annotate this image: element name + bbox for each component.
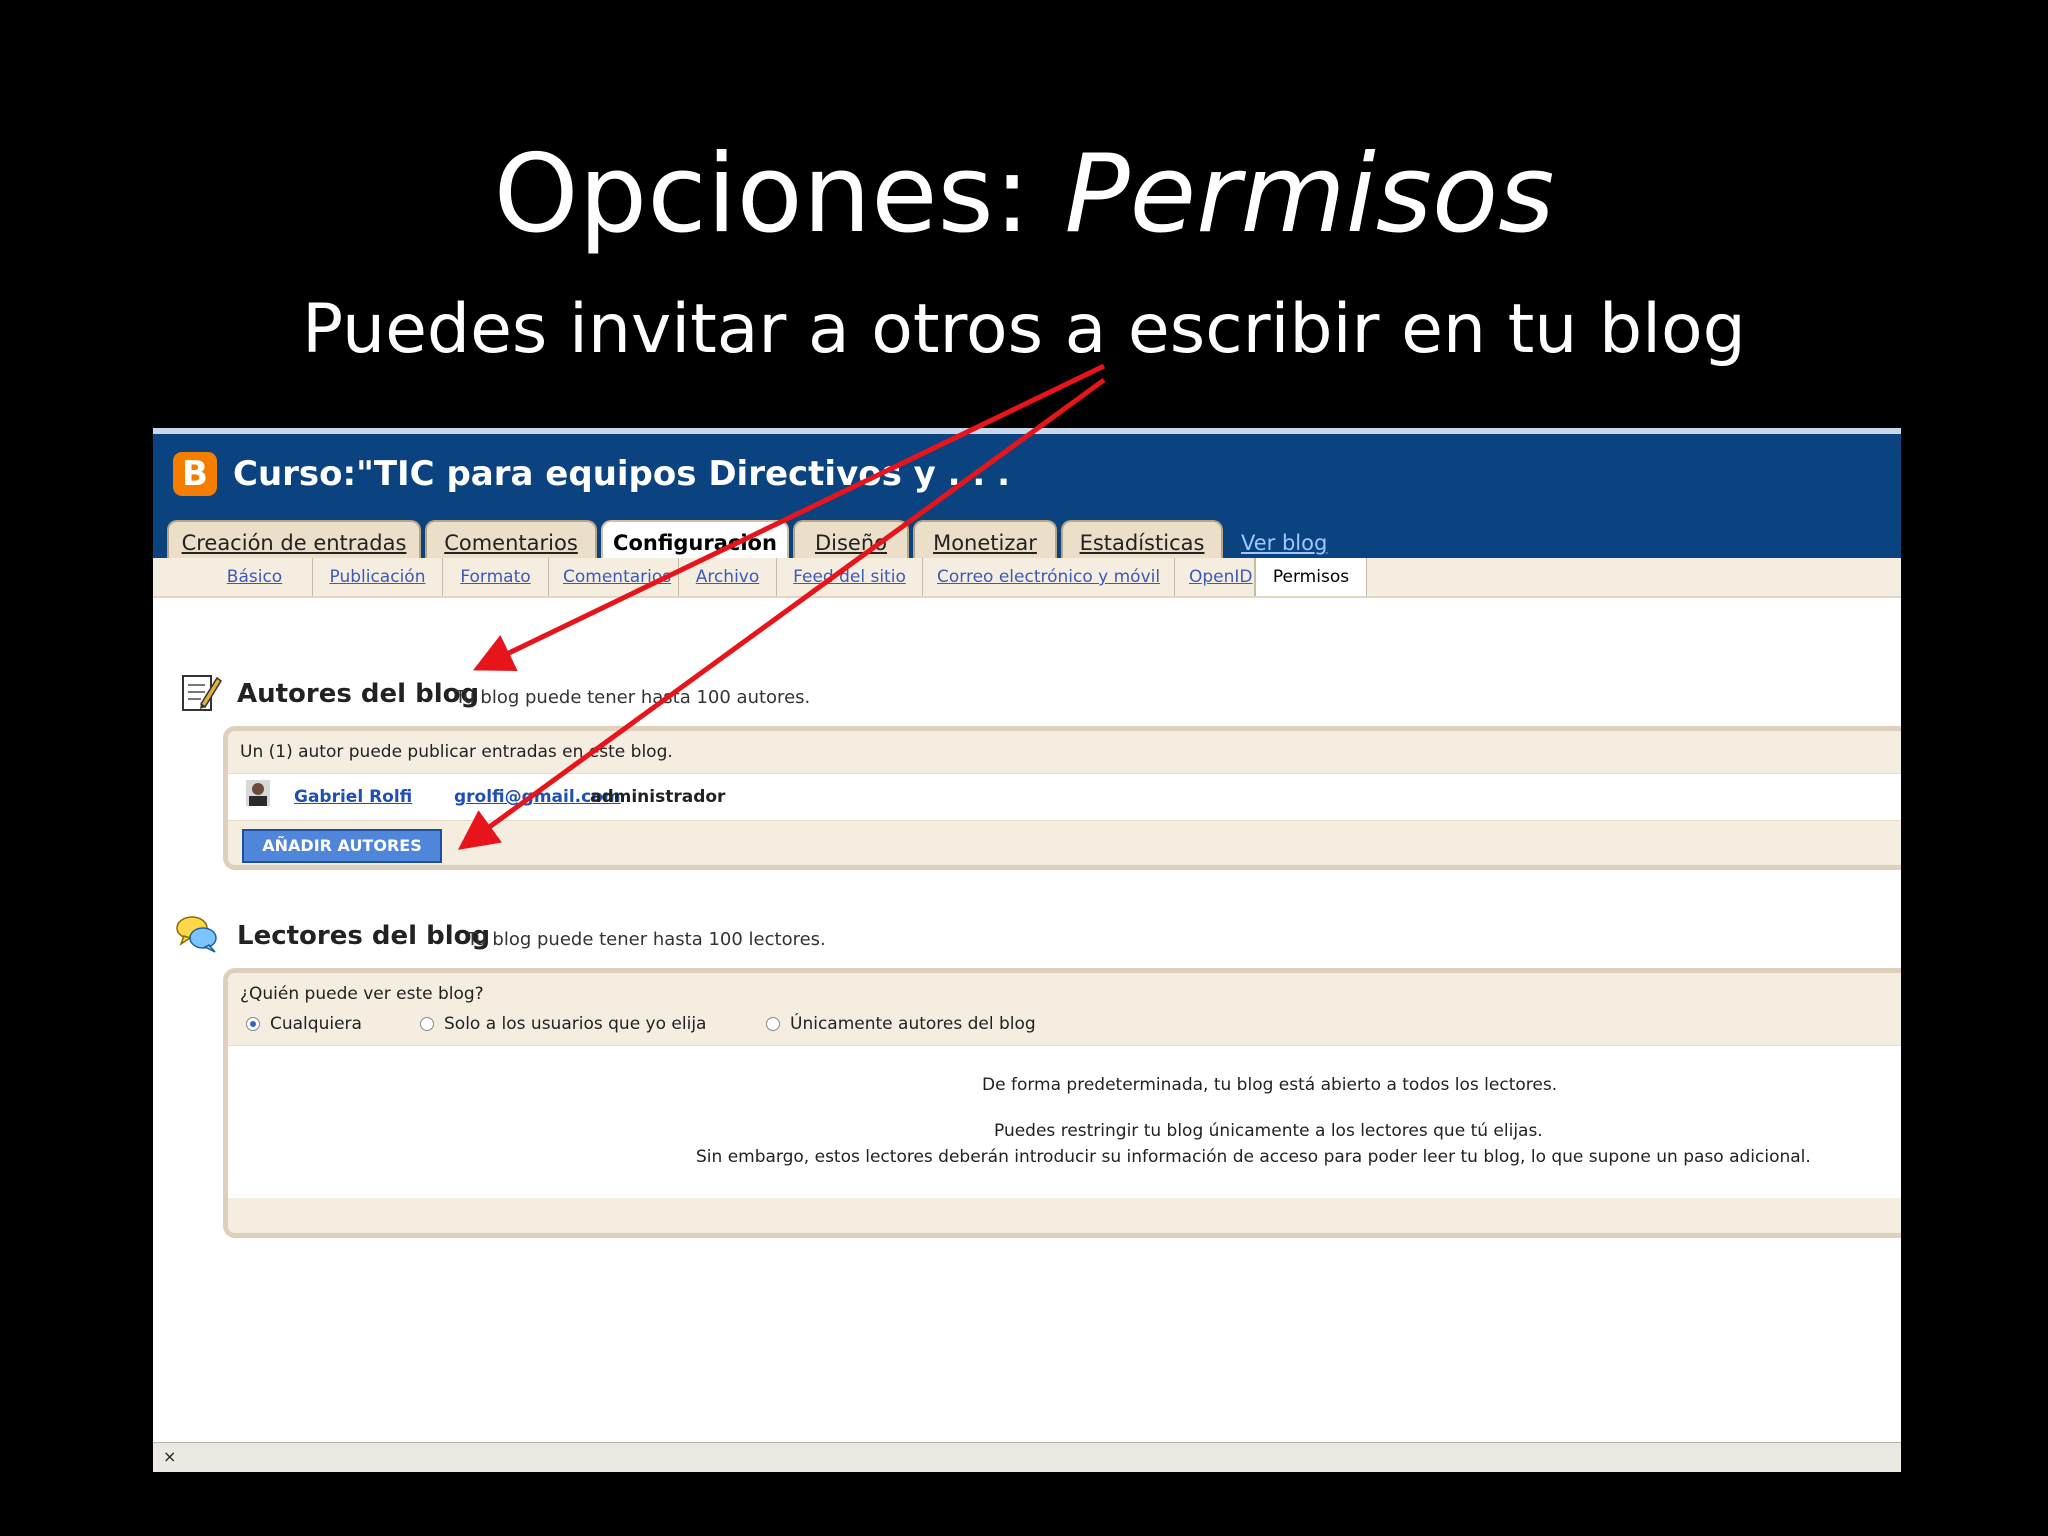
readers-info-default: De forma predeterminada, tu blog está ab… [982, 1075, 1558, 1095]
subtab-formato[interactable]: Formato [443, 558, 549, 596]
authors-count-text: Un (1) autor puede publicar entradas en … [240, 742, 673, 762]
settings-subnav: Básico Publicación Formato Comentarios A… [153, 558, 1901, 598]
edit-notepad-icon [182, 675, 222, 711]
readers-question: ¿Quién puede ver este blog? [240, 984, 484, 1004]
readers-info-box: De forma predeterminada, tu blog está ab… [228, 1045, 1901, 1198]
radio-label-solo-autores[interactable]: Únicamente autores del blog [790, 1011, 1036, 1037]
slide-title-plain: Opciones: [493, 132, 1065, 257]
authors-panel: Un (1) autor puede publicar entradas en … [223, 726, 1901, 870]
authors-limit-note: Tu blog puede tener hasta 100 autores. [455, 687, 811, 708]
subtab-permisos[interactable]: Permisos [1255, 558, 1367, 596]
blogger-logo-icon[interactable]: B [173, 452, 217, 496]
readers-info-login: Sin embargo, estos lectores deberán intr… [696, 1147, 1811, 1167]
add-authors-button[interactable]: AÑADIR AUTORES [242, 829, 442, 863]
readers-limit-note: Tu blog puede tener hasta 100 lectores. [467, 929, 826, 950]
subtab-publicacion[interactable]: Publicación [313, 558, 443, 596]
subtab-archivo[interactable]: Archivo [679, 558, 777, 596]
slide-title: Opciones: Permisos [0, 130, 2048, 260]
radio-usuarios-elegidos[interactable] [420, 1017, 434, 1031]
subtab-correo-movil[interactable]: Correo electrónico y móvil [923, 558, 1175, 596]
chat-bubbles-icon [176, 916, 217, 953]
radio-solo-autores[interactable] [766, 1017, 780, 1031]
table-row: Gabriel Rolfi grolfi@gmail.com administr… [228, 773, 1901, 821]
author-name-link[interactable]: Gabriel Rolfi [294, 784, 412, 810]
subtab-basico[interactable]: Básico [197, 558, 313, 596]
authors-section-title: Autores del blog [237, 679, 480, 709]
author-role: administrador [590, 787, 726, 807]
slide-title-italic: Permisos [1064, 132, 1555, 257]
avatar-photo-icon [246, 780, 270, 806]
slide-subtitle: Puedes invitar a otros a escribir en tu … [302, 290, 1746, 369]
view-blog-link[interactable]: Ver blog [1241, 526, 1327, 560]
browser-statusbar: × [153, 1442, 1901, 1472]
blogger-header: B Curso:"TIC para equipos Directivos y .… [153, 428, 1901, 566]
close-icon[interactable]: × [163, 1445, 176, 1469]
readers-section-title: Lectores del blog [237, 921, 491, 951]
blog-title: Curso:"TIC para equipos Directivos y . .… [233, 454, 1011, 494]
radio-label-usuarios-elegidos[interactable]: Solo a los usuarios que yo elija [444, 1011, 706, 1037]
radio-label-cualquiera[interactable]: Cualquiera [270, 1011, 362, 1037]
readers-panel: ¿Quién puede ver este blog? Cualquiera S… [223, 968, 1901, 1238]
subtab-comentarios[interactable]: Comentarios [549, 558, 679, 596]
subtab-feed-del-sitio[interactable]: Feed del sitio [777, 558, 923, 596]
readers-info-restrict: Puedes restringir tu blog únicamente a l… [994, 1121, 1543, 1141]
radio-cualquiera[interactable] [246, 1017, 260, 1031]
subtab-openid[interactable]: OpenID [1175, 558, 1255, 596]
blogger-screenshot: B Curso:"TIC para equipos Directivos y .… [153, 428, 1901, 1472]
